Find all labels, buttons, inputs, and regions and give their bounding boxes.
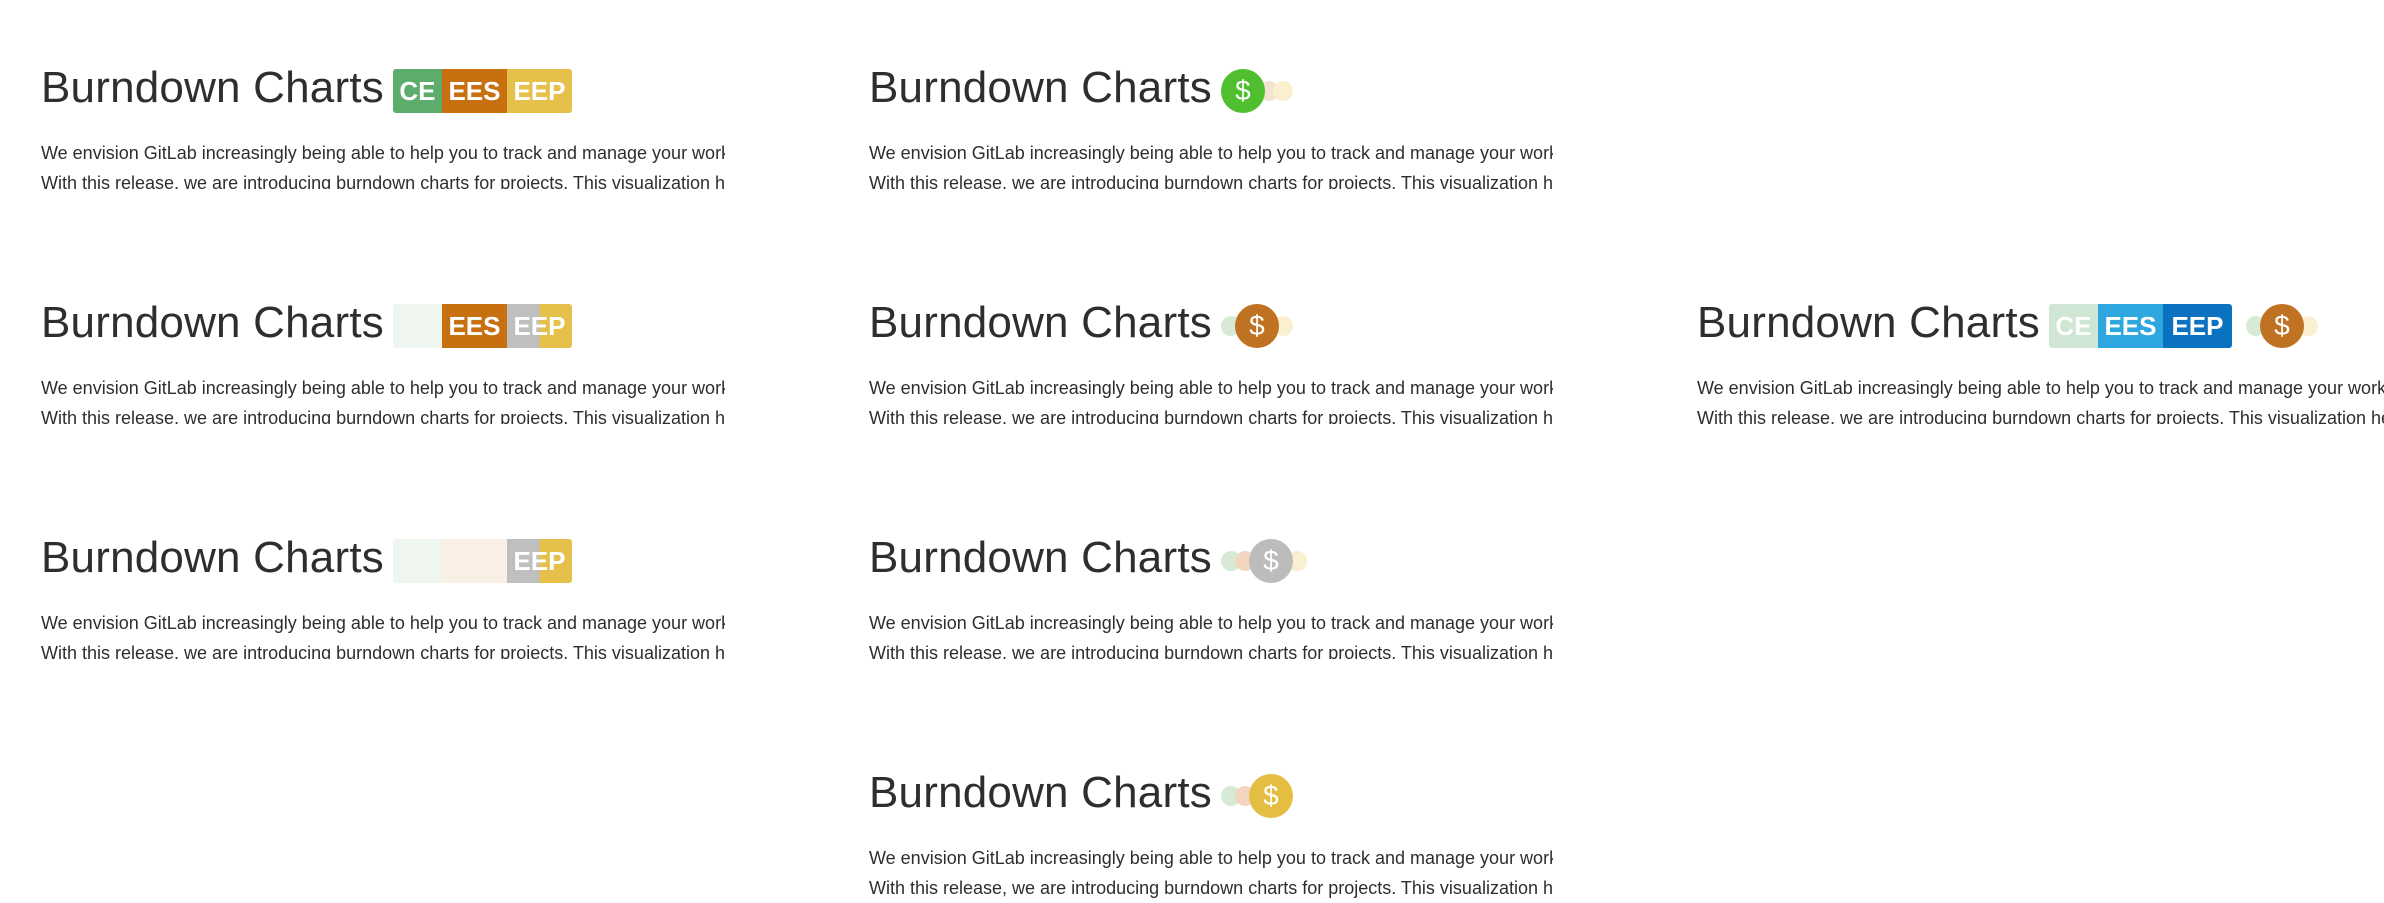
feature-description: We envision GitLab increasingly being ab… [41, 613, 725, 659]
dollar-coin-icon[interactable]: $ [1248, 539, 1293, 583]
feature-description: We envision GitLab increasingly being ab… [41, 143, 725, 189]
feature-card: Burndown Charts $ We envision GitLab inc… [869, 291, 1553, 424]
dollar-coin-icon[interactable]: $ [2259, 304, 2304, 348]
tier-badges: EES EEP [392, 304, 572, 348]
tier-badge-eep[interactable]: EEP [506, 304, 572, 348]
feature-title: Burndown Charts [1697, 298, 2040, 347]
tier-badges: CE EES EEP [2048, 304, 2232, 348]
feature-title: Burndown Charts [869, 533, 1212, 582]
tier-badge-ees[interactable]: EES [441, 69, 507, 113]
tier-badge-ce[interactable] [392, 304, 442, 348]
feature-title: Burndown Charts [41, 298, 384, 347]
feature-title: Burndown Charts [41, 533, 384, 582]
tier-coins: $ [1220, 69, 1293, 113]
feature-card: Burndown Charts EEP We envision GitLab i… [41, 526, 725, 659]
tier-coins: $ [1220, 539, 1307, 583]
tier-badge-ce[interactable] [392, 539, 442, 583]
tier-coins: $ [1220, 774, 1293, 818]
tier-badge-eep[interactable]: EEP [2162, 304, 2232, 348]
feature-card: Burndown Charts $ We envision GitLab inc… [869, 761, 1553, 903]
feature-description: We envision GitLab increasingly being ab… [1697, 378, 2384, 424]
feature-card: Burndown Charts CE EES EEP We envision G… [41, 56, 725, 189]
tier-dot-eep[interactable] [1272, 81, 1293, 101]
tier-badge-eep[interactable]: EEP [506, 69, 572, 113]
tier-badge-ce[interactable]: CE [2048, 304, 2098, 348]
feature-card: Burndown Charts $ We envision GitLab inc… [869, 56, 1553, 189]
tier-badges: EEP [392, 539, 572, 583]
feature-title: Burndown Charts [41, 63, 384, 112]
feature-title: Burndown Charts [869, 298, 1212, 347]
feature-card: Burndown Charts $ We envision GitLab inc… [869, 526, 1553, 659]
tier-badge-ees[interactable] [441, 539, 507, 583]
feature-card: Burndown Charts EES EEP We envision GitL… [41, 291, 725, 424]
tier-badge-ees[interactable]: EES [2097, 304, 2163, 348]
dollar-coin-icon[interactable]: $ [1220, 69, 1265, 113]
tier-coins: $ [1220, 304, 1293, 348]
feature-description: We envision GitLab increasingly being ab… [869, 613, 1553, 659]
tier-badge-ce[interactable]: CE [392, 69, 442, 113]
feature-title: Burndown Charts [869, 63, 1212, 112]
dollar-coin-icon[interactable]: $ [1248, 774, 1293, 818]
tier-badge-eep[interactable]: EEP [506, 539, 572, 583]
tier-coins: $ [2245, 304, 2318, 348]
feature-description: We envision GitLab increasingly being ab… [41, 378, 725, 424]
feature-card: Burndown Charts CE EES EEP $ We envision… [1697, 291, 2384, 424]
dollar-coin-icon[interactable]: $ [1234, 304, 1279, 348]
feature-title: Burndown Charts [869, 768, 1212, 817]
feature-description: We envision GitLab increasingly being ab… [869, 143, 1553, 189]
feature-description: We envision GitLab increasingly being ab… [869, 378, 1553, 424]
feature-description: We envision GitLab increasingly being ab… [869, 848, 1553, 898]
tier-badge-ees[interactable]: EES [441, 304, 507, 348]
tier-badges: CE EES EEP [392, 69, 572, 113]
